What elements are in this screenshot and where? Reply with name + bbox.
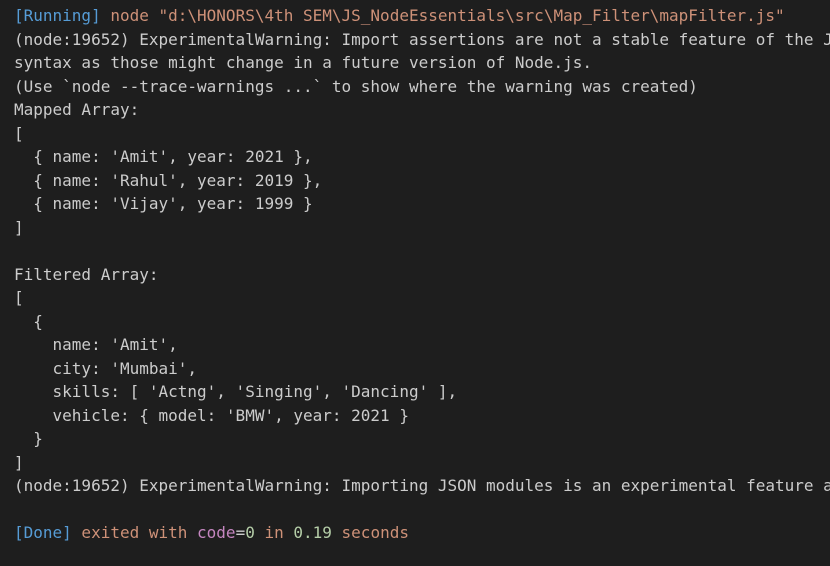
output-line: ] [14,217,24,237]
output-line: (Use `node --trace-warnings ...` to show… [14,76,698,96]
output-line: [ [14,288,24,307]
exit-code-equals: = [235,523,246,542]
exit-code-value: 0 [245,523,255,542]
output-line: name: 'Amit', [14,335,178,354]
output-line: { [14,311,43,331]
output-log: [Running] node "d:\HONORS\4th SEM\JS_Nod… [14,4,830,545]
output-line: skills: [ 'Actng', 'Singing', 'Dancing' … [14,382,458,401]
duration-unit: seconds [331,523,409,542]
run-duration: 0.19 [293,523,332,542]
output-line: ] [14,452,24,472]
running-tag: [Running] [14,6,101,25]
done-tag: [Done] [14,523,72,542]
output-line: Filtered Array: [14,264,159,284]
output-panel[interactable]: [Running] node "d:\HONORS\4th SEM\JS_Nod… [0,0,830,566]
output-line: Mapped Array: [14,100,140,119]
output-line: { name: 'Amit', year: 2021 }, [14,147,313,166]
run-command: node "d:\HONORS\4th SEM\JS_NodeEssential… [100,6,785,25]
run-command-line: [Running] node "d:\HONORS\4th SEM\JS_Nod… [14,4,830,28]
done-in-word: in [254,523,294,542]
output-line: vehicle: { model: 'BMW', year: 2021 } [14,405,409,425]
output-line: (node:19652) ExperimentalWarning: Import… [14,29,830,49]
output-line: { name: 'Vijay', year: 1999 } [14,194,313,213]
output-line: } [14,429,43,448]
exit-code-label: code [197,523,236,542]
output-line: (node:19652) ExperimentalWarning: Import… [14,476,830,495]
output-line: { name: 'Rahul', year: 2019 }, [14,170,323,190]
output-line: city: 'Mumbai', [14,358,198,378]
done-line: [Done] exited with code=0 in 0.19 second… [14,521,830,545]
done-exited-text: exited with [71,523,198,542]
output-line: [ [14,123,24,143]
output-line: syntax as those might change in a future… [14,53,592,72]
